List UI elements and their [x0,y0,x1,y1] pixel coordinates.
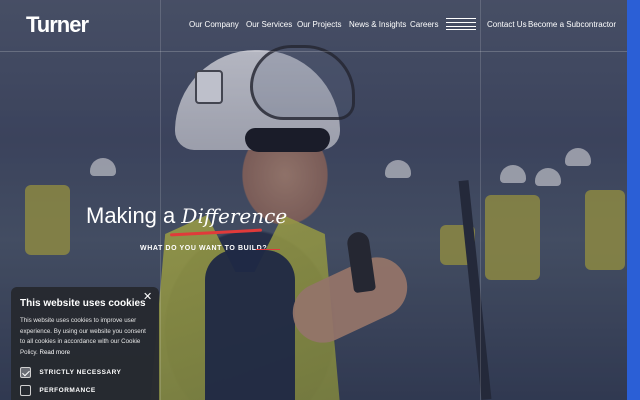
header-divider [0,51,627,52]
cookie-option-label: PERFORMANCE [39,387,96,394]
nav-careers[interactable]: Careers [410,20,438,29]
checkbox-checked[interactable] [20,367,31,378]
nav-our-projects[interactable]: Our Projects [297,20,341,29]
nav-contact-us[interactable]: Contact Us [487,20,527,29]
hero-headline-prefix: Making a [86,203,176,228]
grid-line [160,0,161,400]
cookie-option-label: STRICTLY NECESSARY [39,369,122,376]
cookie-banner-body: This website uses cookies to improve use… [20,316,152,358]
close-icon[interactable]: ✕ [143,290,152,303]
turner-logo[interactable]: Turner [26,12,89,38]
nav-news-insights[interactable]: News & Insights [349,20,406,29]
nav-become-subcontractor[interactable]: Become a Subcontractor [528,20,616,29]
build-cta-link[interactable]: WHAT DO YOU WANT TO BUILD? [140,245,267,252]
cta-accent-line [256,249,280,250]
hero-headline: Making a Difference [86,203,287,229]
cookie-banner-title: This website uses cookies [20,298,146,309]
nav-our-company[interactable]: Our Company [189,20,239,29]
checkbox-unchecked[interactable] [20,385,31,396]
grid-line [480,0,481,400]
hero-headline-script: Difference [181,204,288,228]
hamburger-menu-icon[interactable] [446,18,476,30]
side-accent-strip [627,0,640,400]
nav-our-services[interactable]: Our Services [246,20,292,29]
cookie-option-strictly-necessary[interactable]: STRICTLY NECESSARY [20,367,121,378]
read-more-link[interactable]: Read more [40,349,71,356]
cookie-option-performance[interactable]: PERFORMANCE [20,385,96,396]
